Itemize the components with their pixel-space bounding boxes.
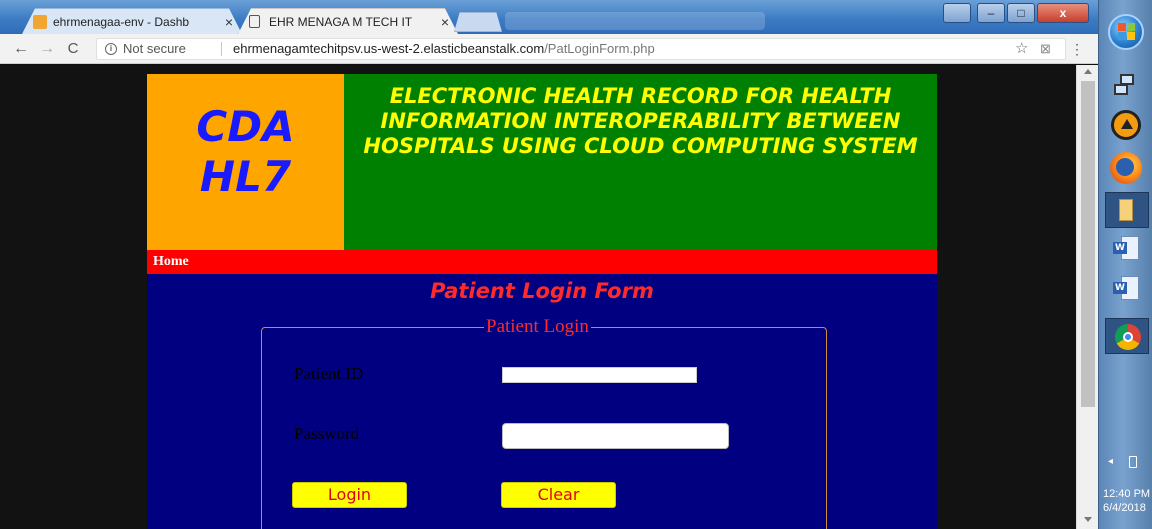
word-document-icon[interactable]: W [1111,234,1141,264]
info-icon[interactable]: i [105,43,117,55]
logo-line-cda: CDA [196,102,295,151]
url-text: ehrmenagamtechitpsv.us-west-2.elasticbea… [233,39,655,59]
tab-label: EHR MENAGA M TECH IT [269,15,413,29]
translate-extension-icon[interactable]: ⊠ [1040,39,1051,59]
aws-favicon-icon [33,15,47,29]
tab-ehr-menaga-active[interactable]: EHR MENAGA M TECH IT × [238,8,458,34]
login-content: Patient Login Form Patient Login Patient… [147,274,937,529]
browser-window: ehrmenagaa-env - Dashb × EHR MENAGA M TE… [0,0,1098,529]
nav-bar: Home [147,250,937,274]
page-favicon-icon [249,15,260,28]
vlc-icon[interactable] [1111,110,1141,140]
browser-menu-icon[interactable]: ⋮ [1070,38,1084,60]
minimize-button[interactable]: – [977,3,1005,23]
site-title: ELECTRONIC HEALTH RECORD FOR HEALTH INFO… [363,84,918,158]
clock-date[interactable]: 6/4/2018 [1103,502,1146,515]
profile-button[interactable] [943,3,971,23]
scroll-down-arrow-icon[interactable] [1084,517,1092,522]
page-title: Patient Login Form [430,279,654,303]
new-tab-button[interactable] [454,12,502,32]
browser-toolbar: ← → C i Not secure ehrmenagamtechitpsv.u… [0,34,1098,64]
browser-titlebar: ehrmenagaa-env - Dashb × EHR MENAGA M TE… [0,0,1098,34]
url-path: /PatLoginForm.php [544,41,655,56]
page-viewport: CDA HL7 ELECTRONIC HEALTH RECORD FOR HEA… [0,65,1076,529]
url-host: ehrmenagamtechitpsv.us-west-2.elasticbea… [233,41,545,56]
tray-expand-icon[interactable]: ◂ [1108,456,1113,467]
address-bar-divider [221,42,222,56]
password-input[interactable] [502,423,729,449]
tab-label: ehrmenagaa-env - Dashb [53,15,190,29]
tab-ehrmenagaa-env-dashboard[interactable]: ehrmenagaa-env - Dashb × [22,8,242,34]
background-window-tab [505,12,765,30]
maximize-button[interactable]: □ [1007,3,1035,23]
bookmark-star-icon[interactable]: ☆ [1015,39,1028,59]
nav-home-link[interactable]: Home [153,250,189,274]
logo-text: CDA HL7 [147,102,344,202]
network-icon[interactable] [1110,70,1142,102]
start-orb-icon[interactable] [1108,14,1144,50]
login-button[interactable]: Login [292,482,407,508]
patient-login-fieldset: Patient Login Patient ID Password Login … [261,316,827,529]
close-window-button[interactable]: x [1037,3,1089,23]
site-container: CDA HL7 ELECTRONIC HEALTH RECORD FOR HEA… [147,74,937,529]
scroll-up-arrow-icon[interactable] [1084,69,1092,74]
system-tray: ◂ 12:40 PM 6/4/2018 [1099,452,1152,529]
logo-panel: CDA HL7 [147,74,344,250]
back-arrow-icon[interactable]: ← [10,38,32,60]
windows-taskbar: W W ◂ 12:40 PM 6/4/2018 [1098,0,1152,529]
scrollbar-thumb[interactable] [1081,81,1095,407]
tab-close-icon[interactable]: × [441,9,449,34]
battery-icon[interactable] [1129,456,1137,468]
fieldset-legend: Patient Login [484,316,591,338]
tab-close-icon[interactable]: × [225,9,233,34]
password-label: Password [294,424,360,443]
word-document-icon[interactable]: W [1111,274,1141,304]
security-label: Not secure [123,41,186,56]
folder-icon[interactable] [1105,192,1149,228]
chrome-icon[interactable] [1105,318,1149,354]
forward-arrow-icon[interactable]: → [36,38,58,60]
patient-id-label: Patient ID [294,364,364,383]
header-banner: ELECTRONIC HEALTH RECORD FOR HEALTH INFO… [344,74,937,250]
firefox-icon[interactable] [1110,152,1142,184]
clock-time[interactable]: 12:40 PM [1103,488,1150,501]
logo-line-hl7: HL7 [199,152,292,201]
clear-button[interactable]: Clear [501,482,616,508]
patient-id-input[interactable] [502,367,697,383]
address-bar[interactable]: i Not secure ehrmenagamtechitpsv.us-west… [96,38,1066,60]
reload-icon[interactable]: C [62,38,84,60]
vertical-scrollbar[interactable] [1076,65,1098,529]
